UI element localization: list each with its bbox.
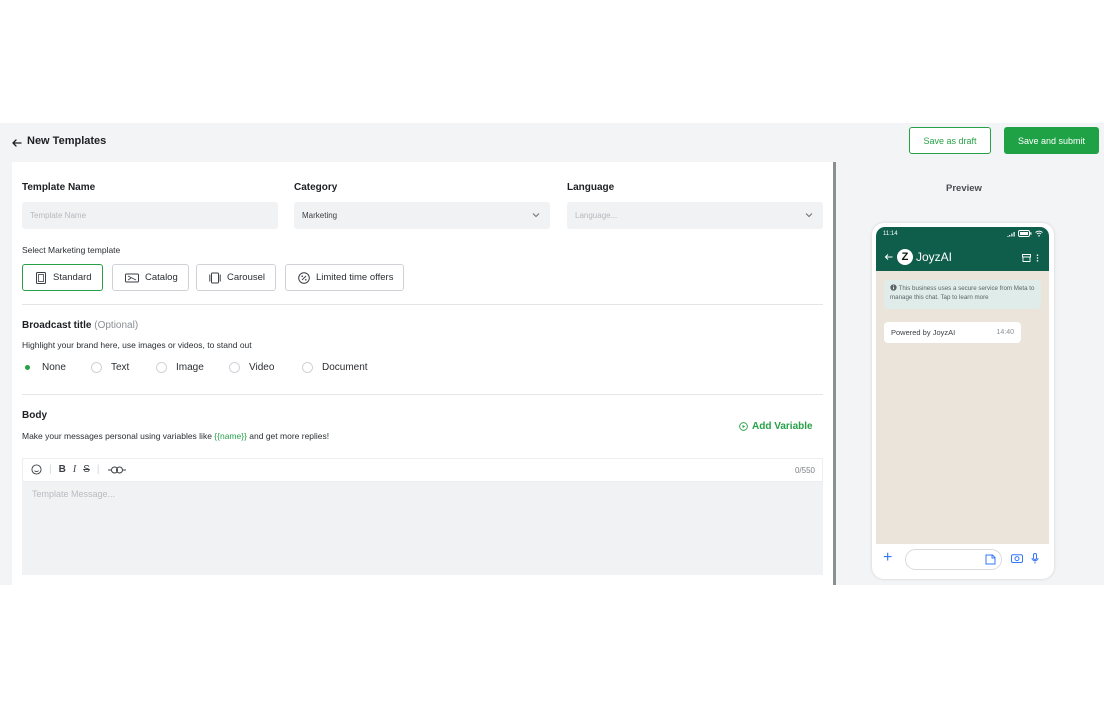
radio-text[interactable]: Text	[91, 362, 156, 373]
language-placeholder: Language...	[575, 211, 618, 220]
radio-dot	[302, 362, 313, 373]
back-arrow-icon[interactable]	[884, 252, 894, 262]
template-option-limited-offers[interactable]: Limited time offers	[285, 264, 405, 291]
category-select[interactable]: Marketing	[294, 202, 550, 229]
broadcast-hint: Highlight your brand here, use images or…	[22, 340, 252, 350]
status-icons	[1007, 230, 1043, 237]
encryption-notice: This business uses a secure service from…	[884, 280, 1041, 309]
radio-document[interactable]: Document	[302, 362, 368, 373]
chat-header-actions	[1022, 254, 1039, 262]
optional-tag: (Optional)	[94, 320, 139, 331]
variable-example: {{name}}	[214, 431, 247, 441]
radio-none[interactable]: None	[22, 362, 91, 373]
template-message-input[interactable]: Template Message...	[22, 482, 823, 575]
battery-icon	[1018, 230, 1032, 237]
message-input[interactable]	[905, 549, 1002, 570]
template-option-label: Standard	[53, 272, 92, 283]
bubble-time: 14:40	[996, 329, 1014, 336]
language-select[interactable]: Language...	[567, 202, 823, 229]
phone-preview: 11:14 Z JoyzAI This business uses a secu…	[872, 223, 1054, 579]
chevron-down-icon	[805, 213, 813, 218]
save-submit-button[interactable]: Save and submit	[1004, 127, 1099, 154]
chat-header: 11:14 Z JoyzAI	[876, 227, 1049, 271]
info-icon	[890, 284, 897, 291]
wifi-icon	[1035, 230, 1043, 237]
emoji-icon[interactable]	[31, 464, 42, 475]
message-bubble: Powered by JoyzAI 14:40	[884, 322, 1021, 343]
more-vertical-icon[interactable]	[1036, 254, 1039, 262]
form-scrollbar[interactable]	[833, 162, 836, 585]
play-circle-icon	[739, 422, 748, 431]
template-editor: New Templates Save as draft Save and sub…	[0, 123, 1104, 585]
page-title: New Templates	[27, 135, 107, 147]
link-icon[interactable]	[106, 465, 128, 475]
sticker-icon[interactable]	[985, 554, 996, 565]
chevron-down-icon	[532, 213, 540, 218]
radio-dot	[229, 362, 240, 373]
section-divider	[22, 304, 823, 305]
bubble-text: Powered by JoyzAI	[891, 328, 956, 337]
toolbar-separator: |	[96, 464, 100, 475]
editor-toolbar: | B I S | 0/550	[22, 458, 823, 482]
category-value: Marketing	[302, 211, 338, 220]
template-name-input[interactable]: Template Name	[22, 202, 278, 229]
camera-icon[interactable]	[1011, 553, 1023, 563]
strikethrough-icon[interactable]: S	[83, 464, 90, 475]
standard-template-icon	[36, 271, 46, 284]
template-option-standard[interactable]: Standard	[22, 264, 103, 291]
radio-dot	[22, 362, 33, 373]
radio-video[interactable]: Video	[229, 362, 302, 373]
marketing-template-label: Select Marketing template	[22, 245, 121, 255]
catalog-icon	[125, 273, 139, 282]
chat-body: This business uses a secure service from…	[876, 271, 1049, 544]
microphone-icon[interactable]	[1031, 553, 1039, 564]
store-icon[interactable]	[1022, 254, 1031, 262]
add-variable-button[interactable]: Add Variable	[739, 421, 813, 432]
signal-icon	[1007, 231, 1015, 237]
body-label: Body	[22, 410, 47, 421]
template-name-label: Template Name	[22, 182, 96, 193]
template-option-label: Catalog	[145, 272, 178, 283]
avatar: Z	[897, 249, 913, 265]
plus-icon[interactable]: +	[883, 550, 892, 566]
radio-dot	[156, 362, 167, 373]
template-option-carousel[interactable]: Carousel	[196, 264, 277, 291]
toolbar-separator: |	[49, 464, 52, 475]
bold-icon[interactable]: B	[59, 464, 66, 475]
save-draft-button[interactable]: Save as draft	[909, 127, 991, 154]
business-name: JoyzAI	[916, 250, 953, 264]
template-option-label: Carousel	[227, 272, 266, 283]
input-actions	[1011, 553, 1039, 564]
template-option-catalog[interactable]: Catalog	[112, 264, 189, 291]
broadcast-title-label: Broadcast title (Optional)	[22, 320, 139, 331]
radio-image[interactable]: Image	[156, 362, 229, 373]
chat-title: Z JoyzAI	[884, 249, 952, 265]
discount-badge-icon	[298, 271, 310, 284]
template-option-label: Limited time offers	[316, 272, 394, 283]
radio-dot	[91, 362, 102, 373]
category-label: Category	[294, 182, 338, 193]
chat-input-bar: +	[876, 544, 1049, 576]
section-divider	[22, 394, 823, 395]
language-label: Language	[567, 182, 615, 193]
italic-icon[interactable]: I	[73, 464, 76, 475]
char-counter: 0/550	[794, 466, 815, 475]
broadcast-type-radio-group: None Text Image Video Document	[22, 362, 368, 373]
carousel-icon	[209, 272, 221, 283]
status-time: 11:14	[883, 231, 898, 237]
preview-label: Preview	[946, 183, 982, 194]
body-hint: Make your messages personal using variab…	[22, 431, 330, 441]
back-arrow-icon[interactable]	[10, 136, 24, 150]
